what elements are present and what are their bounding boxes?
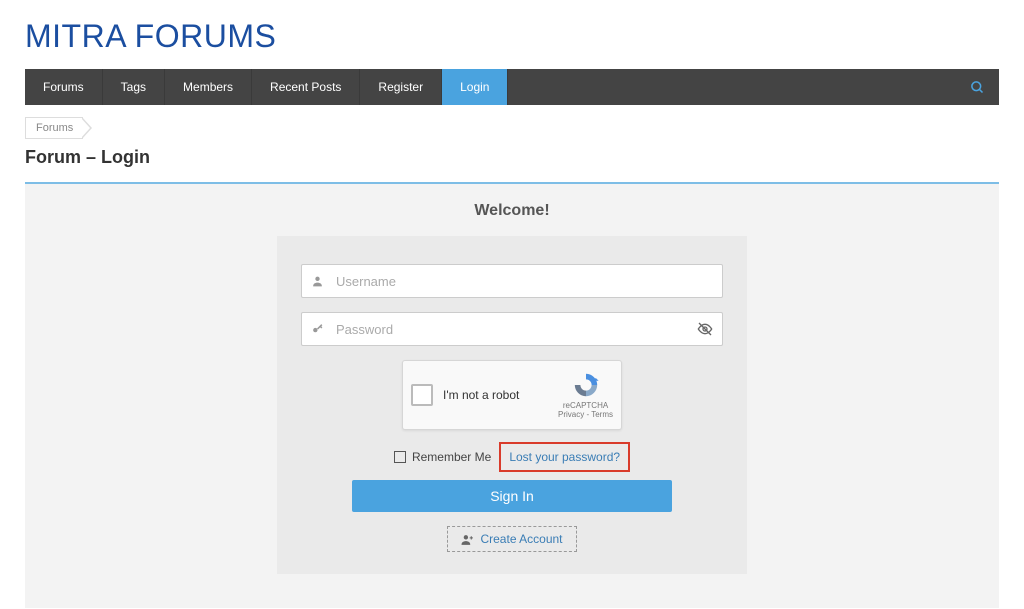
page-title: Forum – Login (25, 147, 999, 168)
remember-checkbox[interactable] (394, 451, 406, 463)
nav-login[interactable]: Login (442, 69, 508, 105)
create-account-label: Create Account (480, 532, 562, 546)
eye-off-icon[interactable] (697, 321, 713, 337)
user-icon (311, 275, 324, 288)
welcome-heading: Welcome! (25, 202, 999, 220)
remember-row: Remember Me Lost your password? (301, 442, 723, 472)
recaptcha-icon (572, 371, 600, 399)
password-field-wrap (301, 312, 723, 346)
create-account-button[interactable]: Create Account (447, 526, 577, 552)
recaptcha-checkbox[interactable] (411, 384, 433, 406)
nav-members[interactable]: Members (165, 69, 252, 105)
nav-register[interactable]: Register (360, 69, 442, 105)
login-card: I'm not a robot reCAPTCHA Privacy - Term… (277, 236, 747, 574)
nav-recent-posts[interactable]: Recent Posts (252, 69, 360, 105)
username-field-wrap (301, 264, 723, 298)
signin-button[interactable]: Sign In (352, 480, 672, 512)
username-input[interactable] (301, 264, 723, 298)
breadcrumb: Forums (25, 117, 999, 139)
recaptcha-brand: reCAPTCHA Privacy - Terms (558, 371, 613, 419)
site-title: MITRA FORUMS (25, 0, 999, 69)
breadcrumb-forums[interactable]: Forums (25, 117, 83, 139)
recaptcha-label: I'm not a robot (443, 388, 519, 402)
login-panel: Welcome! I (25, 182, 999, 608)
user-plus-icon (461, 533, 474, 546)
nav-forums[interactable]: Forums (25, 69, 103, 105)
lost-password-link[interactable]: Lost your password? (499, 442, 630, 472)
remember-label: Remember Me (412, 450, 491, 464)
recaptcha-widget[interactable]: I'm not a robot reCAPTCHA Privacy - Term… (402, 360, 622, 430)
nav-tags[interactable]: Tags (103, 69, 165, 105)
key-icon (311, 323, 324, 336)
password-input[interactable] (301, 312, 723, 346)
search-icon[interactable] (956, 69, 999, 105)
chevron-right-icon (83, 117, 97, 139)
main-nav: Forums Tags Members Recent Posts Registe… (25, 69, 999, 105)
